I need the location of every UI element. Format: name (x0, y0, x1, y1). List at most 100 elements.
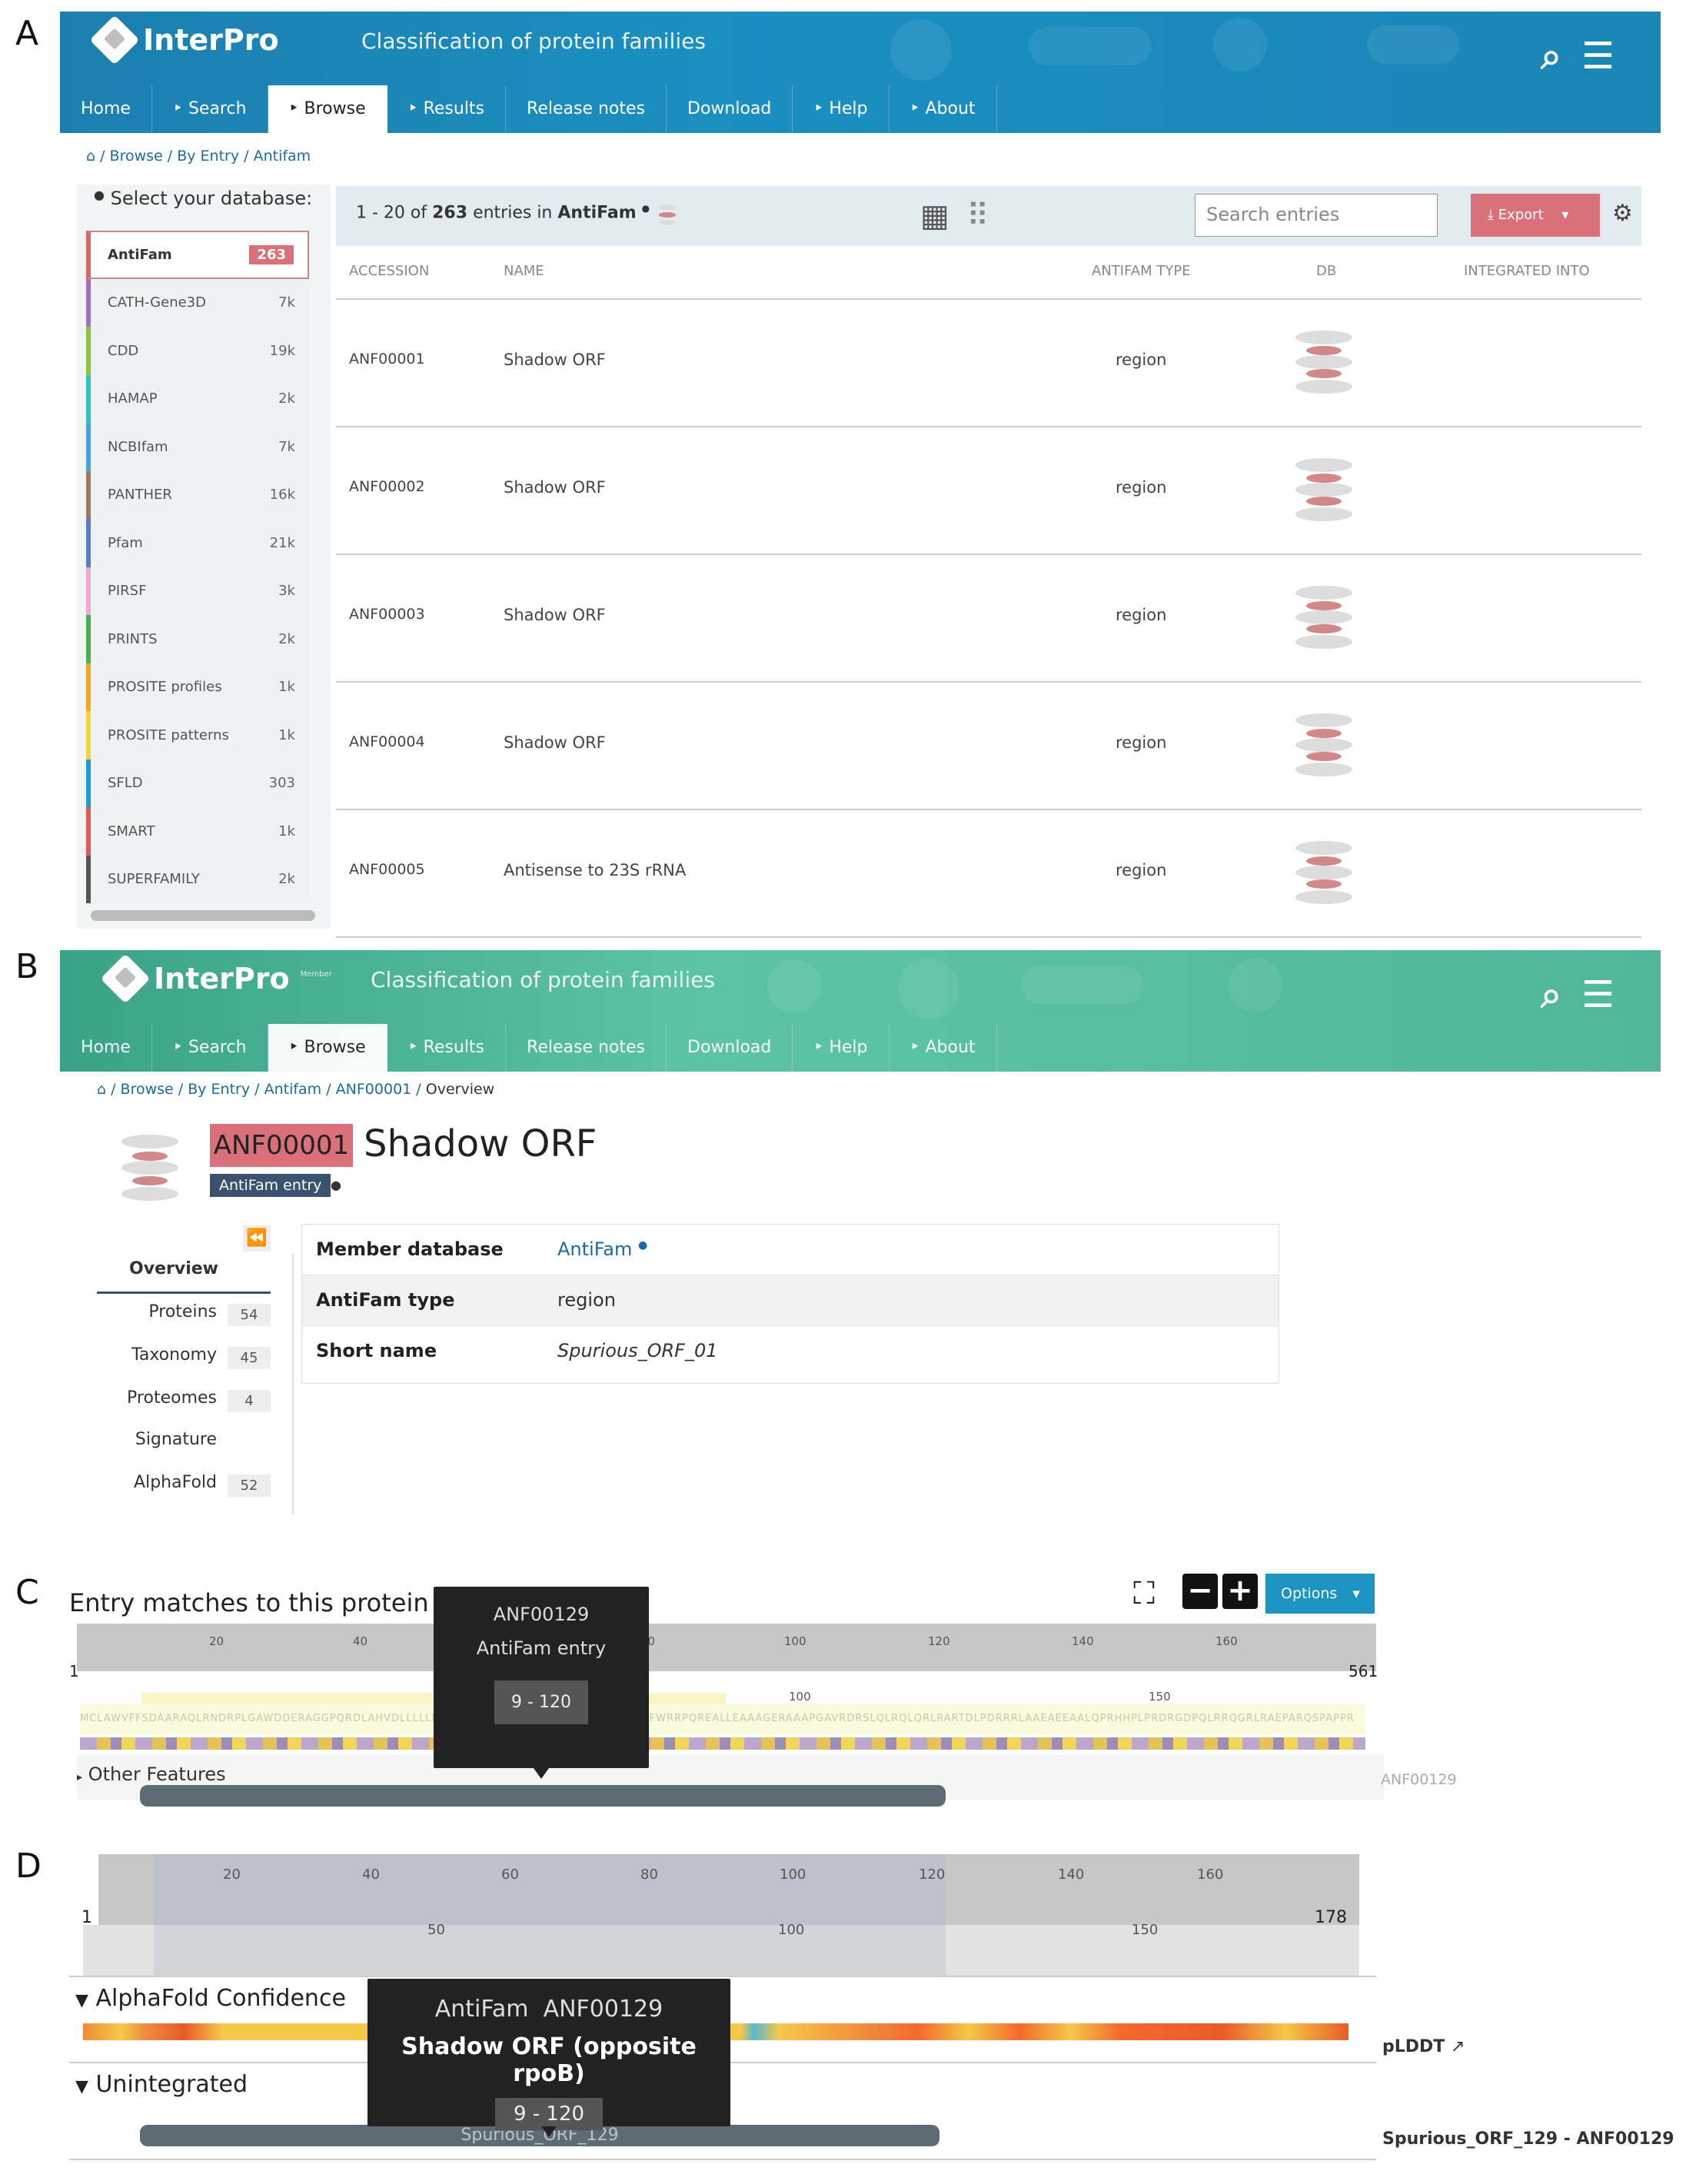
info-icon[interactable]: ● (94, 188, 105, 202)
sidebar-scrollbar[interactable] (91, 910, 315, 921)
search-entries-input[interactable]: Search entries (1195, 194, 1438, 237)
nav-about[interactable]: ‣ About (890, 1024, 997, 1072)
collapse-menu-icon[interactable]: ⏪ (243, 1225, 271, 1252)
nav-home[interactable]: Home (60, 1024, 152, 1072)
breadcrumb-overview: Overview (425, 1081, 495, 1098)
sidebar-item-database[interactable]: SUPERFAMILY 2k (86, 855, 309, 903)
fullscreen-icon[interactable]: ⛶ (1133, 1576, 1159, 1611)
ruler-tick: 60 (501, 1867, 519, 1883)
nav-browse[interactable]: ‣ Browse (268, 1024, 387, 1072)
row-accession[interactable]: ANF00001 (349, 351, 425, 367)
info-icon[interactable]: ● (331, 1178, 341, 1192)
column-accession[interactable]: ACCESSION (349, 263, 429, 279)
zoom-out-icon[interactable]: − (1182, 1574, 1218, 1609)
table-row[interactable]: ANF00003 Shadow ORF region (336, 555, 1641, 683)
brand-name: InterPro (154, 962, 290, 996)
sidebar-item-database[interactable]: PANTHER 16k (86, 470, 309, 519)
export-button[interactable]: ⤓ Export ▾ (1471, 194, 1600, 237)
table-row[interactable]: ANF00004 Shadow ORF region (336, 683, 1641, 810)
breadcrumb-browse[interactable]: Browse (110, 148, 163, 165)
nav-search[interactable]: ‣ Search (152, 85, 268, 133)
row-accession[interactable]: ANF00002 (349, 478, 425, 495)
plddt-link[interactable]: pLDDT ↗ (1382, 2037, 1465, 2056)
home-icon[interactable]: ⌂ (97, 1081, 106, 1098)
breadcrumb-antifam[interactable]: Antifam (254, 148, 311, 165)
table-row[interactable]: ANF00001 Shadow ORF region (336, 300, 1641, 427)
antifam-match-bar[interactable] (140, 1785, 946, 1807)
nav-help[interactable]: ‣ Help (793, 1024, 890, 1072)
row-name[interactable]: Shadow ORF (504, 351, 606, 369)
breadcrumb-accession[interactable]: ANF00001 (336, 1081, 412, 1098)
side-menu-item[interactable]: Proteins (148, 1302, 217, 1321)
ruler-tick: 20 (209, 1634, 224, 1648)
nav-results[interactable]: ‣ Results (387, 1024, 507, 1072)
zoom-in-icon[interactable]: + (1222, 1574, 1258, 1609)
sidebar-item-database[interactable]: CDD 19k (86, 327, 309, 375)
nav-release-notes[interactable]: Release notes (506, 1024, 667, 1072)
sidebar-item-database[interactable]: PRINTS 2k (86, 615, 309, 663)
navigation-ruler[interactable] (77, 1624, 1376, 1671)
breadcrumb-antifam[interactable]: Antifam (264, 1081, 322, 1098)
sidebar-item-database[interactable]: PROSITE patterns 1k (86, 711, 309, 760)
sidebar-item-database[interactable]: PROSITE profiles 1k (86, 663, 309, 711)
interpro-logo[interactable]: InterPro Member (100, 953, 332, 1004)
table-view-icon[interactable]: ▦ (920, 198, 949, 234)
nav-help[interactable]: ‣ Help (793, 85, 890, 133)
options-button[interactable]: Options ▾ (1265, 1574, 1375, 1614)
nav-home[interactable]: Home (60, 85, 152, 133)
nav-results[interactable]: ‣ Results (387, 85, 507, 133)
side-menu-count: 45 (228, 1347, 271, 1369)
row-accession[interactable]: ANF00004 (349, 733, 425, 750)
breadcrumb-by-entry[interactable]: By Entry (188, 1081, 250, 1098)
sidebar-item-database[interactable]: SFLD 303 (86, 759, 309, 807)
ruler-tick: 140 (1072, 1634, 1094, 1648)
menu-icon[interactable]: ☰ (1581, 35, 1615, 78)
row-name[interactable]: Shadow ORF (504, 733, 606, 752)
sidebar-item-database[interactable]: NCBIfam 7k (86, 423, 309, 471)
ruler-tick: 120 (919, 1867, 946, 1883)
row-name[interactable]: Shadow ORF (504, 478, 606, 497)
search-icon[interactable]: ⌕ (1541, 35, 1561, 78)
ruler-tick: 140 (1058, 1867, 1085, 1883)
search-icon[interactable]: ⌕ (1541, 973, 1561, 1017)
sidebar-item-database[interactable]: HAMAP 2k (86, 374, 309, 423)
database-count: 2k (278, 391, 295, 407)
side-menu-item[interactable]: Signature (135, 1430, 217, 1449)
sidebar-item-database[interactable]: PIRSF 3k (86, 567, 309, 615)
sidebar-item-database[interactable]: SMART 1k (86, 807, 309, 856)
row-name[interactable]: Shadow ORF (504, 606, 606, 624)
side-menu-item[interactable]: Overview (129, 1259, 218, 1278)
nav-release-notes[interactable]: Release notes (506, 85, 667, 133)
column-antifam-type[interactable]: ANTIFAM TYPE (1092, 263, 1191, 279)
alphafold-confidence-toggle[interactable]: ▼ AlphaFold Confidence (75, 1985, 346, 2012)
interpro-logo[interactable]: InterPro (89, 15, 279, 65)
row-type: region (1116, 351, 1167, 369)
grid-view-icon[interactable]: ⠿ (966, 198, 989, 234)
sequence-track: MCLAWVFFSDAARAQLRNDRPLGAWDDERAGGPQRDLAHV… (80, 1704, 1365, 1734)
row-name[interactable]: Antisense to 23S rRNA (504, 861, 686, 879)
row-accession[interactable]: ANF00003 (349, 606, 425, 623)
home-icon[interactable]: ⌂ (86, 148, 95, 165)
nav-download[interactable]: Download (667, 85, 793, 133)
row-accession[interactable]: ANF00005 (349, 861, 425, 878)
member-db-link[interactable]: AntiFam ● (557, 1238, 647, 1260)
nav-download[interactable]: Download (667, 1024, 793, 1072)
unintegrated-toggle[interactable]: ▼ Unintegrated (75, 2071, 248, 2098)
side-menu-item[interactable]: Proteomes (127, 1388, 217, 1408)
nav-about[interactable]: ‣ About (890, 85, 997, 133)
info-icon[interactable]: ● (638, 1239, 647, 1252)
table-row[interactable]: ANF00005 Antisense to 23S rRNA region (336, 810, 1641, 938)
breadcrumb-by-entry[interactable]: By Entry (177, 148, 239, 165)
nav-search[interactable]: ‣ Search (152, 1024, 268, 1072)
nav-browse[interactable]: ‣ Browse (268, 85, 387, 133)
menu-icon[interactable]: ☰ (1581, 973, 1615, 1017)
sidebar-item-database[interactable]: AntiFam 263 (86, 231, 309, 279)
gear-icon[interactable]: ⚙ (1612, 200, 1633, 227)
table-row[interactable]: ANF00002 Shadow ORF region (336, 427, 1641, 555)
column-name[interactable]: NAME (504, 263, 544, 279)
sidebar-item-database[interactable]: Pfam 21k (86, 519, 309, 567)
breadcrumb-browse[interactable]: Browse (121, 1081, 174, 1098)
sidebar-item-database[interactable]: CATH-Gene3D 7k (86, 278, 309, 327)
side-menu-item[interactable]: Taxonomy (131, 1345, 217, 1365)
side-menu-item[interactable]: AlphaFold (134, 1473, 217, 1492)
